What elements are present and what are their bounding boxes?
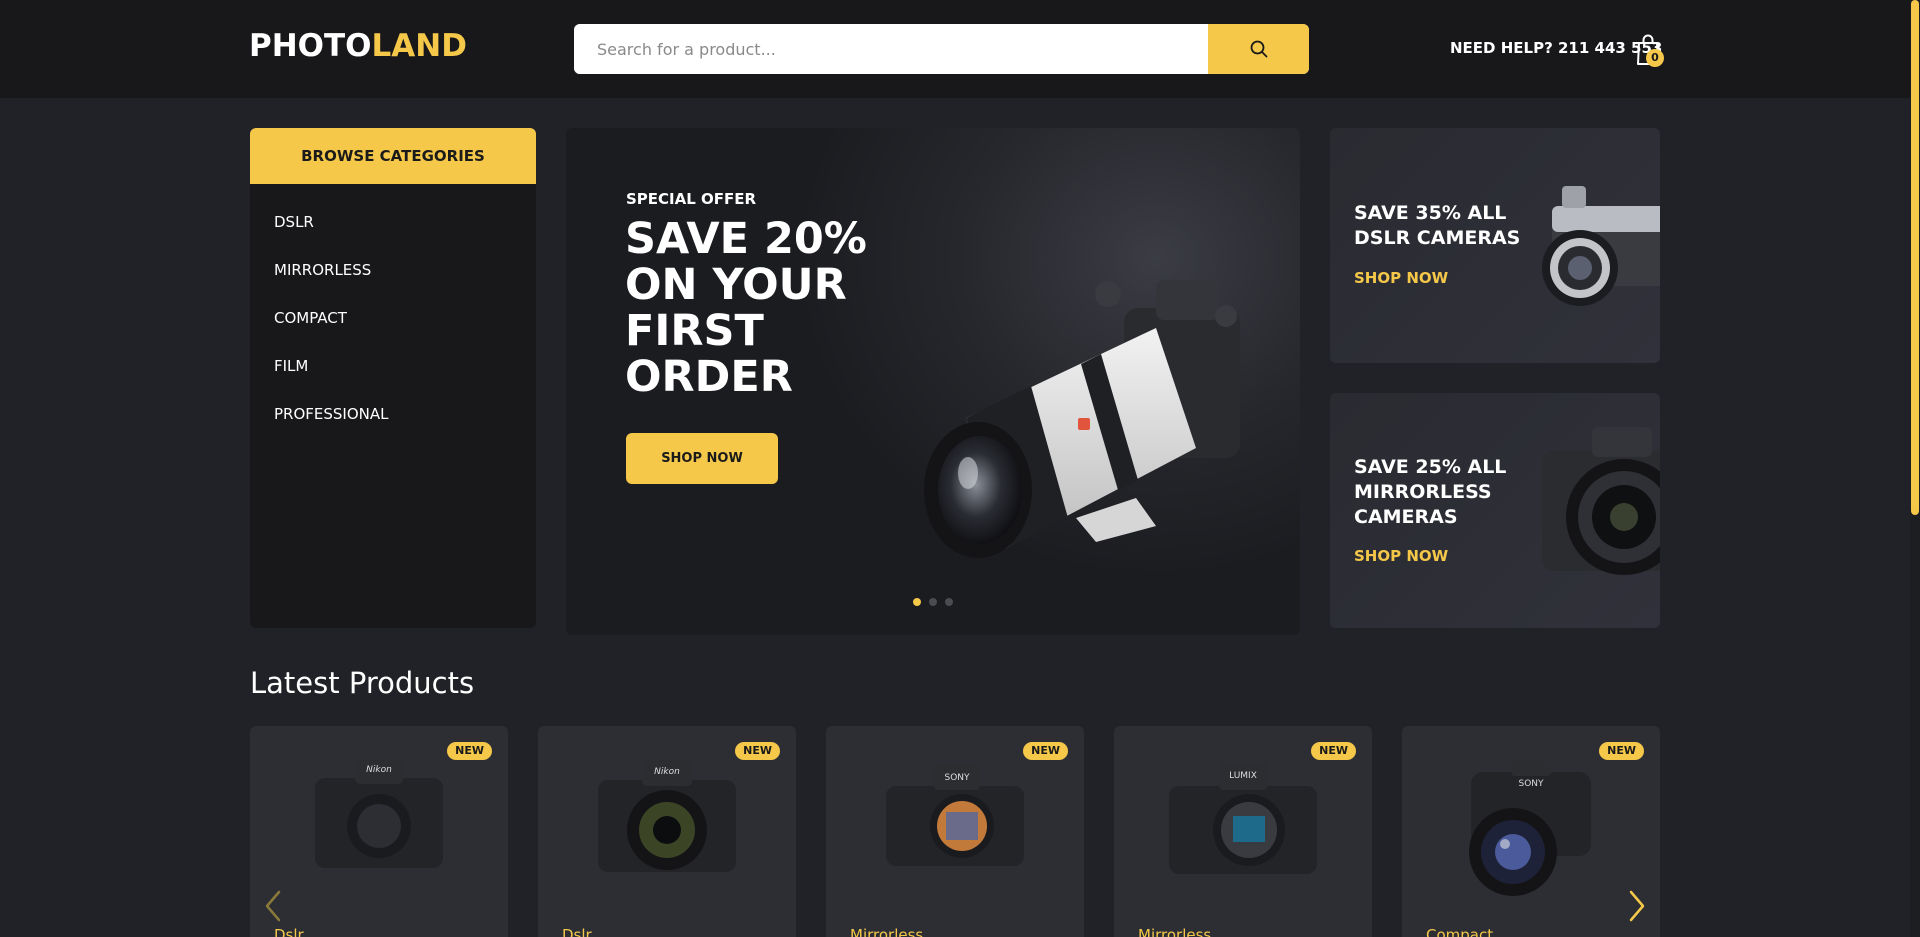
hero-slider: SPECIAL OFFER SAVE 20% ON YOUR FIRST ORD… <box>566 128 1300 635</box>
promo-shop-now-link[interactable]: SHOP NOW <box>1354 269 1448 287</box>
product-type[interactable]: Dslr <box>274 926 304 937</box>
category-item-compact[interactable]: COMPACT <box>250 294 536 342</box>
promo-shop-now-link[interactable]: SHOP NOW <box>1354 547 1448 565</box>
category-sidebar: BROWSE CATEGORIES DSLR MIRRORLESS COMPAC… <box>250 128 536 628</box>
promo-card-mirrorless[interactable]: SAVE 25% ALL MIRRORLESS CAMERAS SHOP NOW <box>1330 393 1660 628</box>
product-type[interactable]: Mirrorless <box>1138 926 1211 937</box>
site-header: PHOTOLAND NEED HELP? 211 443 553 0 <box>0 0 1920 98</box>
product-card[interactable]: NEW Nikon Dslr <box>250 726 508 937</box>
category-item-mirrorless[interactable]: MIRRORLESS <box>250 246 536 294</box>
nikon-dslr-body-image: Nikon <box>315 760 443 868</box>
slider-dot-1[interactable] <box>913 598 921 606</box>
search-button[interactable] <box>1208 24 1309 74</box>
hero-shop-now-button[interactable]: SHOP NOW <box>626 433 778 484</box>
product-type[interactable]: Dslr <box>562 926 592 937</box>
new-badge: NEW <box>447 742 492 760</box>
help-phone[interactable]: NEED HELP? 211 443 553 <box>1450 39 1662 57</box>
site-logo[interactable]: PHOTOLAND <box>249 28 467 64</box>
brand-label: Nikon <box>654 767 680 777</box>
slider-dot-3[interactable] <box>945 598 953 606</box>
promo-card-dslr[interactable]: SAVE 35% ALL DSLR CAMERAS SHOP NOW <box>1330 128 1660 363</box>
category-item-film[interactable]: FILM <box>250 342 536 390</box>
latest-products-heading: Latest Products <box>250 666 475 700</box>
brand-label: SONY <box>944 773 970 783</box>
product-card[interactable]: NEW LUMIX Mirrorless <box>1114 726 1372 937</box>
lumix-mirrorless-body-image: LUMIX <box>1169 762 1317 874</box>
mirrorless-camera-image <box>1542 427 1660 575</box>
logo-text-accent: LAND <box>371 28 467 64</box>
promo-title: SAVE 25% ALL MIRRORLESS CAMERAS <box>1354 456 1507 528</box>
hero-subtitle: SPECIAL OFFER <box>626 190 757 208</box>
product-type[interactable]: Mirrorless <box>850 926 923 937</box>
sony-compact-camera-image: SONY <box>1469 760 1591 896</box>
telephoto-camera-image <box>924 280 1240 558</box>
film-rangefinder-camera-image <box>1542 186 1660 306</box>
product-card[interactable]: NEW Nikon Dslr <box>538 726 796 937</box>
product-card[interactable]: NEW SONY Compact <box>1402 726 1660 937</box>
product-card[interactable]: NEW SONY Mirrorless <box>826 726 1084 937</box>
carousel-prev-arrow-icon[interactable] <box>263 888 283 924</box>
carousel-next-arrow-icon[interactable] <box>1627 888 1647 924</box>
slider-dot-2[interactable] <box>929 598 937 606</box>
category-item-dslr[interactable]: DSLR <box>250 198 536 246</box>
logo-text-primary: PHOTO <box>249 28 372 64</box>
sony-mirrorless-body-image: SONY <box>886 764 1024 866</box>
slider-dots <box>913 598 953 606</box>
cart-count-badge: 0 <box>1646 49 1664 67</box>
browse-categories-heading: BROWSE CATEGORIES <box>250 128 536 184</box>
brand-label: LUMIX <box>1229 771 1257 781</box>
product-type[interactable]: Compact <box>1426 926 1493 937</box>
brand-label: Nikon <box>366 765 392 775</box>
category-list: DSLR MIRRORLESS COMPACT FILM PROFESSIONA… <box>250 184 536 438</box>
search-input[interactable] <box>574 24 1208 74</box>
search-bar <box>574 24 1309 74</box>
search-icon <box>1250 40 1267 58</box>
nikon-dslr-with-lens-image: Nikon <box>598 760 736 872</box>
page-scrollbar-thumb[interactable] <box>1911 0 1919 515</box>
category-item-professional[interactable]: PROFESSIONAL <box>250 390 536 438</box>
promo-title: SAVE 35% ALL DSLR CAMERAS <box>1354 202 1521 249</box>
brand-label: SONY <box>1518 779 1544 789</box>
